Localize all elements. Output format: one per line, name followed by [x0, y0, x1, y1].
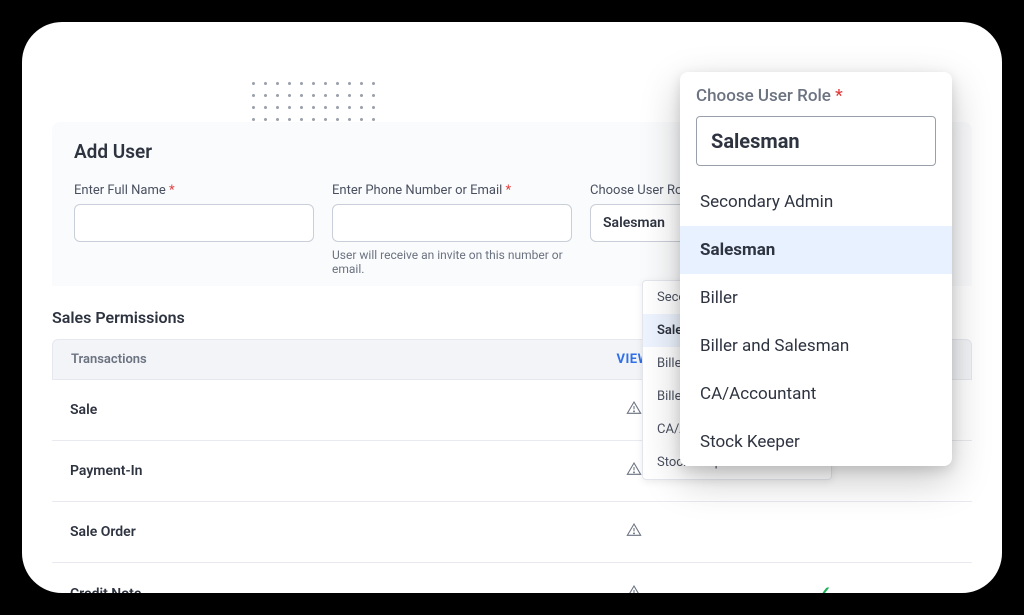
permission-name: Payment-In — [70, 463, 574, 479]
warning-icon — [626, 400, 642, 420]
app-card: Add User Enter Full Name * Enter Phone N… — [22, 22, 1002, 593]
permission-view-cell[interactable] — [574, 584, 694, 594]
warning-icon — [626, 584, 642, 594]
overlay-select[interactable]: Salesman — [696, 116, 936, 166]
role-option-large[interactable]: Salesman — [680, 226, 952, 274]
full-name-label: Enter Full Name * — [74, 183, 314, 198]
full-name-field: Enter Full Name * — [74, 183, 314, 276]
overlay-label: Choose User Role * — [696, 86, 936, 106]
permission-name: Sale — [70, 402, 574, 418]
check-icon: ✓ — [816, 583, 831, 593]
overlay-options: Secondary AdminSalesmanBillerBiller and … — [680, 178, 952, 466]
permission-row: Credit Note ✓ — [52, 563, 972, 593]
role-option-large[interactable]: Stock Keeper — [680, 418, 952, 466]
role-option-large[interactable]: Secondary Admin — [680, 178, 952, 226]
role-option-large[interactable]: Biller and Salesman — [680, 322, 952, 370]
permission-extra-cell[interactable]: ✓ — [694, 583, 954, 593]
full-name-input[interactable] — [74, 204, 314, 242]
permission-view-cell[interactable] — [574, 522, 694, 542]
permission-name: Sale Order — [70, 524, 574, 540]
phone-email-input[interactable] — [332, 204, 572, 242]
permission-name: Credit Note — [70, 586, 574, 594]
role-dropdown-overlay: Choose User Role * Salesman Secondary Ad… — [680, 72, 952, 466]
phone-email-label: Enter Phone Number or Email * — [332, 183, 572, 198]
role-option-large[interactable]: Biller — [680, 274, 952, 322]
warning-icon — [626, 461, 642, 481]
warning-icon — [626, 522, 642, 542]
phone-email-hint: User will receive an invite on this numb… — [332, 248, 572, 276]
decorative-dots — [252, 82, 384, 130]
phone-email-field: Enter Phone Number or Email * User will … — [332, 183, 572, 276]
col-transactions: Transactions — [71, 352, 573, 367]
permission-row: Sale Order — [52, 502, 972, 563]
role-option-large[interactable]: CA/Accountant — [680, 370, 952, 418]
